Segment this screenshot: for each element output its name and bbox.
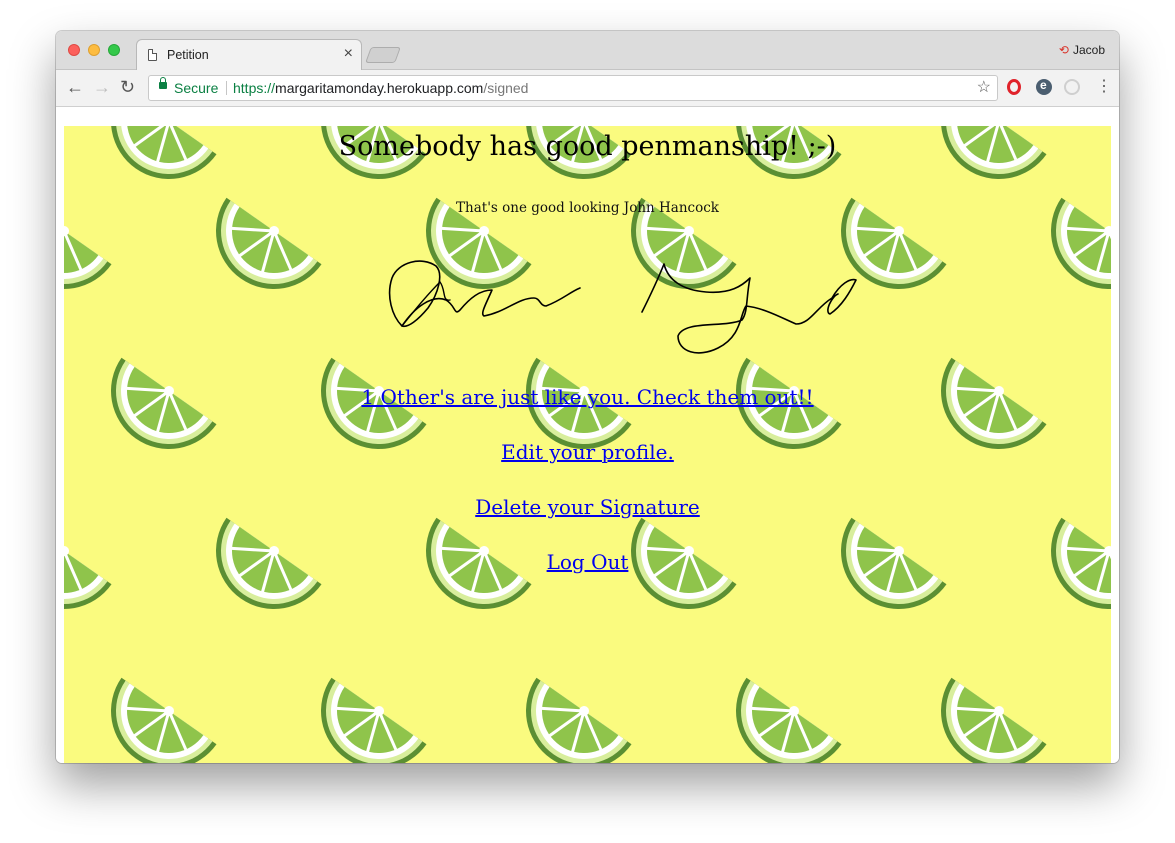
delete-signature-link-row: Delete your Signature xyxy=(64,495,1111,519)
page-viewport: Somebody has good penmanship! ;-) That's… xyxy=(56,107,1119,763)
reload-icon[interactable]: ↻ xyxy=(120,77,135,97)
signature-image xyxy=(388,260,857,354)
others-link[interactable]: 1 Other's are just like you. Check them … xyxy=(361,385,813,409)
profile-icon: ⟲ xyxy=(1058,43,1069,57)
security-label: Secure xyxy=(174,80,219,96)
close-window-button[interactable] xyxy=(68,44,80,56)
minimize-window-button[interactable] xyxy=(88,44,100,56)
petition-page: Somebody has good penmanship! ;-) That's… xyxy=(64,126,1111,763)
url-text[interactable]: https://margaritamonday.herokuapp.com/si… xyxy=(233,76,528,100)
extension-icon[interactable] xyxy=(1064,79,1080,95)
address-bar[interactable]: Secure https://margaritamonday.herokuapp… xyxy=(148,75,998,101)
edit-profile-link[interactable]: Edit your profile. xyxy=(501,440,674,464)
back-arrow-icon[interactable]: ← xyxy=(66,77,84,97)
ghostery-icon[interactable] xyxy=(1036,78,1052,95)
tab-petition[interactable]: Petition × xyxy=(136,39,362,70)
logout-link[interactable]: Log Out xyxy=(547,550,629,574)
lock-icon xyxy=(159,77,167,89)
profile-name: Jacob xyxy=(1072,43,1105,57)
maximize-window-button[interactable] xyxy=(108,44,120,56)
close-icon[interactable]: × xyxy=(344,45,353,63)
edit-profile-link-row: Edit your profile. xyxy=(64,440,1111,464)
title-bar: Petition × ⟲ Jacob xyxy=(56,31,1119,70)
address-divider xyxy=(226,81,227,95)
browser-window: Petition × ⟲ Jacob ← → ↻ Secure https://m… xyxy=(56,31,1119,763)
url-host: margaritamonday.herokuapp.com xyxy=(275,80,484,96)
profile-button[interactable]: ⟲ Jacob xyxy=(1059,43,1105,57)
new-tab-button[interactable] xyxy=(365,47,401,63)
url-scheme: https:// xyxy=(233,80,276,96)
menu-icon[interactable]: ⋮ xyxy=(1096,77,1112,97)
delete-signature-link[interactable]: Delete your Signature xyxy=(475,495,700,519)
tab-title: Petition xyxy=(167,48,209,62)
page-title: Somebody has good penmanship! ;-) xyxy=(338,131,837,162)
logout-link-row: Log Out xyxy=(64,550,1111,574)
forward-arrow-icon[interactable]: → xyxy=(93,77,111,97)
others-link-row: 1 Other's are just like you. Check them … xyxy=(64,385,1111,409)
star-icon[interactable]: ☆ xyxy=(977,76,991,100)
document-icon xyxy=(148,49,157,61)
page-subtitle: That's one good looking John Hancock xyxy=(456,200,719,216)
opera-icon[interactable] xyxy=(1007,79,1021,95)
url-path: /signed xyxy=(483,80,529,96)
browser-toolbar: ← → ↻ Secure https://margaritamonday.her… xyxy=(56,70,1119,107)
